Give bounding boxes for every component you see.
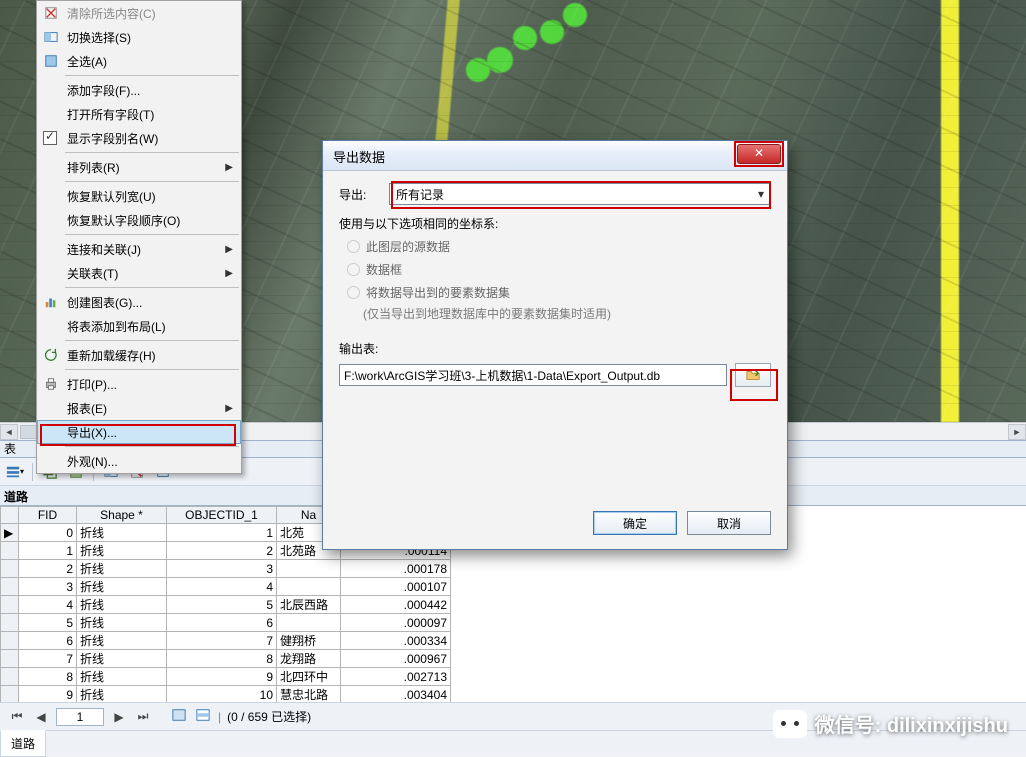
export-data-dialog: 导出数据 ✕ 导出: 所有记录 使用与以下选项相同的坐标系: 此图层的源数据 数… [322,140,788,550]
browse-button[interactable] [735,363,771,387]
menu-item[interactable]: 导出(X)... [37,420,241,444]
output-table-label: 输出表: [339,340,771,357]
menu-item-label: 恢复默认字段顺序(O) [67,212,180,229]
coordinate-system-label: 使用与以下选项相同的坐标系: [339,215,771,232]
table-options-button[interactable]: ▾ [4,461,26,483]
menu-item[interactable]: 将表添加到布局(L) [37,314,241,338]
menu-item-label: 创建图表(G)... [67,294,142,311]
table-row[interactable]: 7折线8龙翔路.000967 [1,650,451,668]
folder-open-icon [746,368,760,382]
scroll-left-button[interactable]: ◄ [0,424,18,440]
menu-item-label: 排列表(R) [67,159,120,176]
bottom-tab-bar: 道路 [0,730,1026,756]
scroll-right-button[interactable]: ► [1008,424,1026,440]
menu-item[interactable]: 切换选择(S) [37,25,241,49]
menu-item-label: 打印(P)... [67,376,117,393]
menu-item-label: 报表(E) [67,400,107,417]
show-selected-button[interactable] [194,708,212,725]
export-records-value: 所有记录 [396,186,444,203]
select-all-icon [43,53,59,69]
menu-item[interactable]: 添加字段(F)... [37,78,241,102]
menu-item-label: 关联表(T) [67,265,118,282]
menu-item[interactable]: 关联表(T) ▶ [37,261,241,285]
radio-data-frame[interactable]: 数据框 [347,261,771,278]
menu-item[interactable]: 打开所有字段(T) [37,102,241,126]
submenu-arrow-icon: ▶ [225,403,233,414]
radio-feature-dataset[interactable]: 将数据导出到的要素数据集 [347,284,771,301]
menu-item-label: 外观(N)... [67,453,118,470]
clear-icon [43,5,59,21]
reload-icon [43,347,59,363]
pager-current-input[interactable] [56,708,104,726]
menu-item[interactable]: 打印(P)... [37,372,241,396]
table-context-menu: 清除所选内容(C) 切换选择(S) 全选(A) 添加字段(F)... 打开所有字段(T)… [36,0,242,474]
checkbox-icon [43,131,57,145]
menu-item-label: 显示字段别名(W) [67,130,158,147]
chart-icon [43,294,59,310]
cancel-button[interactable]: 取消 [687,511,771,535]
menu-item-label: 恢复默认列宽(U) [67,188,156,205]
menu-item-label: 连接和关联(J) [67,241,141,258]
menu-item[interactable]: 连接和关联(J) ▶ [37,237,241,261]
table-row[interactable]: 5折线6.000097 [1,614,451,632]
submenu-arrow-icon: ▶ [225,162,233,173]
pager-prev-button[interactable]: ◀ [32,710,50,724]
radio-layer-source[interactable]: 此图层的源数据 [347,238,771,255]
menu-item[interactable]: 恢复默认字段顺序(O) [37,208,241,232]
table-row[interactable]: 2折线3.000178 [1,560,451,578]
menu-item[interactable]: 全选(A) [37,49,241,73]
table-pager: ⏮ ◀ ▶ ⏭ | (0 / 659 已选择) [0,702,1026,730]
column-header[interactable]: FID [19,507,77,524]
pager-status-label: (0 / 659 已选择) [227,708,311,725]
menu-item[interactable]: 排列表(R) ▶ [37,155,241,179]
menu-item[interactable]: 创建图表(G)... [37,290,241,314]
ok-button[interactable]: 确定 [593,511,677,535]
menu-item[interactable]: 重新加载缓存(H) [37,343,241,367]
column-header[interactable]: OBJECTID_1 [167,507,277,524]
menu-item-label: 导出(X)... [67,424,117,441]
menu-item[interactable]: 外观(N)... [37,449,241,473]
switch-icon [43,29,59,45]
dialog-titlebar[interactable]: 导出数据 ✕ [323,141,787,171]
menu-item-label: 全选(A) [67,53,107,70]
pager-first-button[interactable]: ⏮ [8,709,26,724]
menu-item-label: 清除所选内容(C) [67,5,156,22]
pager-next-button[interactable]: ▶ [110,710,128,724]
menu-item-label: 将表添加到布局(L) [67,318,166,335]
menu-item[interactable]: 显示字段别名(W) [37,126,241,150]
show-all-button[interactable] [170,708,188,725]
output-path-input[interactable] [339,364,727,386]
table-row[interactable]: 9折线10慧忠北路.003404 [1,686,451,703]
menu-item[interactable]: 恢复默认列宽(U) [37,184,241,208]
export-records-combo[interactable]: 所有记录 [389,183,771,205]
submenu-arrow-icon: ▶ [225,268,233,279]
table-row[interactable]: 6折线7健翔桥.000334 [1,632,451,650]
menu-item[interactable]: 清除所选内容(C) [37,1,241,25]
menu-item-label: 切换选择(S) [67,29,131,46]
layer-tab[interactable]: 道路 [0,730,46,757]
menu-item-label: 重新加载缓存(H) [67,347,156,364]
submenu-arrow-icon: ▶ [225,244,233,255]
dialog-close-button[interactable]: ✕ [737,144,781,164]
table-row[interactable]: 8折线9北四环中.002713 [1,668,451,686]
print-icon [43,376,59,392]
table-row[interactable]: 4折线5北辰西路.000442 [1,596,451,614]
export-label: 导出: [339,186,389,203]
pager-last-button[interactable]: ⏭ [134,709,152,724]
dialog-title-text: 导出数据 [333,150,385,165]
column-header[interactable]: Shape * [77,507,167,524]
table-row[interactable]: 3折线4.000107 [1,578,451,596]
radio-feature-dataset-hint: (仅当导出到地理数据库中的要素数据集时适用) [363,305,771,322]
menu-item-label: 添加字段(F)... [67,82,140,99]
menu-item[interactable]: 报表(E) ▶ [37,396,241,420]
menu-item-label: 打开所有字段(T) [67,106,154,123]
